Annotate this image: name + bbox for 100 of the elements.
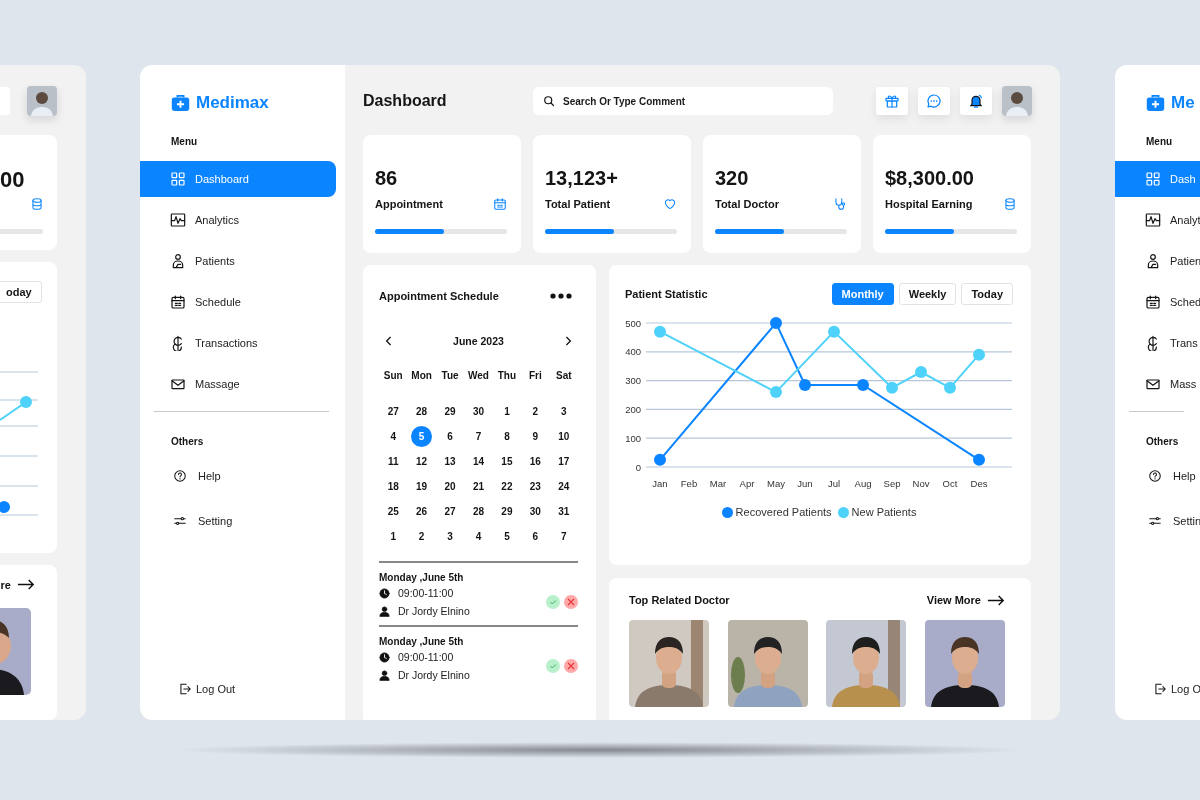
y-tick-label: 100: [625, 432, 641, 444]
nav-item[interactable]: Transactions: [140, 325, 336, 361]
decline-button[interactable]: [564, 595, 578, 609]
view-more-link[interactable]: View More: [926, 594, 1005, 606]
legend-label: Recovered Patients: [735, 506, 832, 518]
nav-item[interactable]: Patien: [1115, 243, 1200, 279]
calendar-day[interactable]: 19: [411, 476, 433, 497]
calendar-day[interactable]: 18: [382, 476, 404, 497]
nav-item[interactable]: Sched: [1115, 284, 1200, 320]
weekday-label: Wed: [468, 370, 489, 381]
calendar-day[interactable]: 5: [411, 426, 433, 447]
calendar-day[interactable]: 4: [468, 526, 489, 547]
stat-label: Appointment: [375, 198, 443, 210]
next-icon[interactable]: [564, 335, 572, 347]
calendar-day[interactable]: 7: [553, 526, 575, 547]
calendar-day[interactable]: 27: [382, 401, 404, 422]
database-icon: [30, 197, 44, 211]
nav-item[interactable]: Dashboard: [140, 161, 336, 197]
calendar-day[interactable]: 24: [553, 476, 575, 497]
chat-button[interactable]: [918, 87, 950, 115]
nav-item[interactable]: Analytics: [140, 202, 336, 238]
nav-item[interactable]: Trans: [1115, 325, 1200, 361]
data-point: [944, 381, 956, 394]
calendar-day[interactable]: 31: [553, 501, 575, 522]
calendar-day[interactable]: 20: [439, 476, 461, 497]
weekday-label: Thu: [497, 370, 517, 381]
bell-icon: [968, 93, 984, 109]
bell-button[interactable]: [960, 87, 992, 115]
nav-item[interactable]: Mass: [1115, 366, 1200, 402]
section-heading: Menu: [1146, 136, 1174, 147]
period-tab[interactable]: oday: [0, 280, 42, 303]
stat-value: 13,123+: [545, 167, 619, 191]
heart-icon: [663, 197, 677, 211]
x-tick-label: Oct: [942, 478, 958, 489]
calendar-day[interactable]: 2: [524, 401, 546, 422]
calendar-day[interactable]: 22: [496, 476, 518, 497]
calendar-day[interactable]: 6: [524, 526, 546, 547]
progress-track: [0, 229, 43, 234]
calendar-day[interactable]: 6: [439, 426, 461, 447]
calendar-day[interactable]: 7: [468, 426, 489, 447]
calendar-day[interactable]: 30: [468, 401, 489, 422]
nav-item[interactable]: Patients: [140, 243, 336, 279]
calendar-day[interactable]: 29: [439, 401, 461, 422]
weekday-label: Mon: [411, 370, 432, 381]
person-icon: [379, 605, 390, 617]
calendar-day[interactable]: 14: [468, 451, 489, 472]
period-tab[interactable]: Today: [961, 283, 1013, 305]
calendar-day[interactable]: 15: [496, 451, 518, 472]
nav-item[interactable]: Schedule: [140, 284, 336, 320]
calendar-day[interactable]: 26: [411, 501, 433, 522]
calendar-day[interactable]: 9: [524, 426, 546, 447]
calendar-day[interactable]: 3: [439, 526, 461, 547]
calendar-day[interactable]: 4: [382, 426, 404, 447]
x-tick-label: Aug: [854, 478, 872, 489]
more-icon[interactable]: [550, 293, 572, 299]
calendar-day[interactable]: 5: [496, 526, 518, 547]
avatar[interactable]: [1002, 86, 1032, 116]
decline-button[interactable]: [564, 659, 578, 673]
period-tab[interactable]: Weekly: [898, 283, 957, 305]
search-field[interactable]: Search Or Type Comment: [533, 87, 833, 115]
data-point: [973, 348, 985, 361]
card-title: Appointment Schedule: [379, 290, 499, 302]
logout-link[interactable]: Log O: [1153, 682, 1200, 696]
nav-item[interactable]: Setting: [140, 506, 336, 536]
nav-item[interactable]: Analyt: [1115, 202, 1200, 238]
calendar-day[interactable]: 11: [382, 451, 404, 472]
logout-link[interactable]: Log Out: [178, 682, 345, 696]
calendar-day[interactable]: 16: [524, 451, 546, 472]
calendar-day[interactable]: 8: [496, 426, 518, 447]
calendar-day[interactable]: 25: [382, 501, 404, 522]
nav-item[interactable]: Dash: [1115, 161, 1200, 197]
nav-item[interactable]: Help: [140, 461, 336, 491]
calendar-day[interactable]: 28: [411, 401, 433, 422]
calendar-day[interactable]: 1: [496, 401, 518, 422]
data-point: [770, 317, 782, 329]
calendar-day[interactable]: 13: [439, 451, 461, 472]
nav-item[interactable]: Massage: [140, 366, 336, 402]
calendar-day[interactable]: 28: [468, 501, 489, 522]
calendar-day[interactable]: 21: [468, 476, 489, 497]
gift-button[interactable]: [876, 87, 908, 115]
calendar-day[interactable]: 27: [439, 501, 461, 522]
calendar-day[interactable]: 23: [524, 476, 546, 497]
calendar-day[interactable]: 17: [553, 451, 575, 472]
calendar-day[interactable]: 2: [411, 526, 433, 547]
calendar-day[interactable]: 1: [382, 526, 404, 547]
appointment-date: Monday ,June 5th: [379, 636, 465, 647]
period-tab[interactable]: Monthly: [831, 283, 894, 305]
avatar[interactable]: [27, 86, 57, 116]
calendar-icon: [170, 294, 186, 310]
calendar-day[interactable]: 10: [553, 426, 575, 447]
person-icon: [170, 253, 186, 269]
calendar-day[interactable]: 3: [553, 401, 575, 422]
nav-item[interactable]: Help: [1115, 461, 1200, 491]
card-title: Top Related Doctor: [629, 594, 730, 606]
previous-icon[interactable]: [385, 335, 393, 347]
calendar-day[interactable]: 29: [496, 501, 518, 522]
calendar-day[interactable]: 12: [411, 451, 433, 472]
nav-item[interactable]: Settin: [1115, 506, 1200, 536]
calendar-day[interactable]: 30: [524, 501, 546, 522]
view-more-link[interactable]: re: [0, 578, 35, 591]
